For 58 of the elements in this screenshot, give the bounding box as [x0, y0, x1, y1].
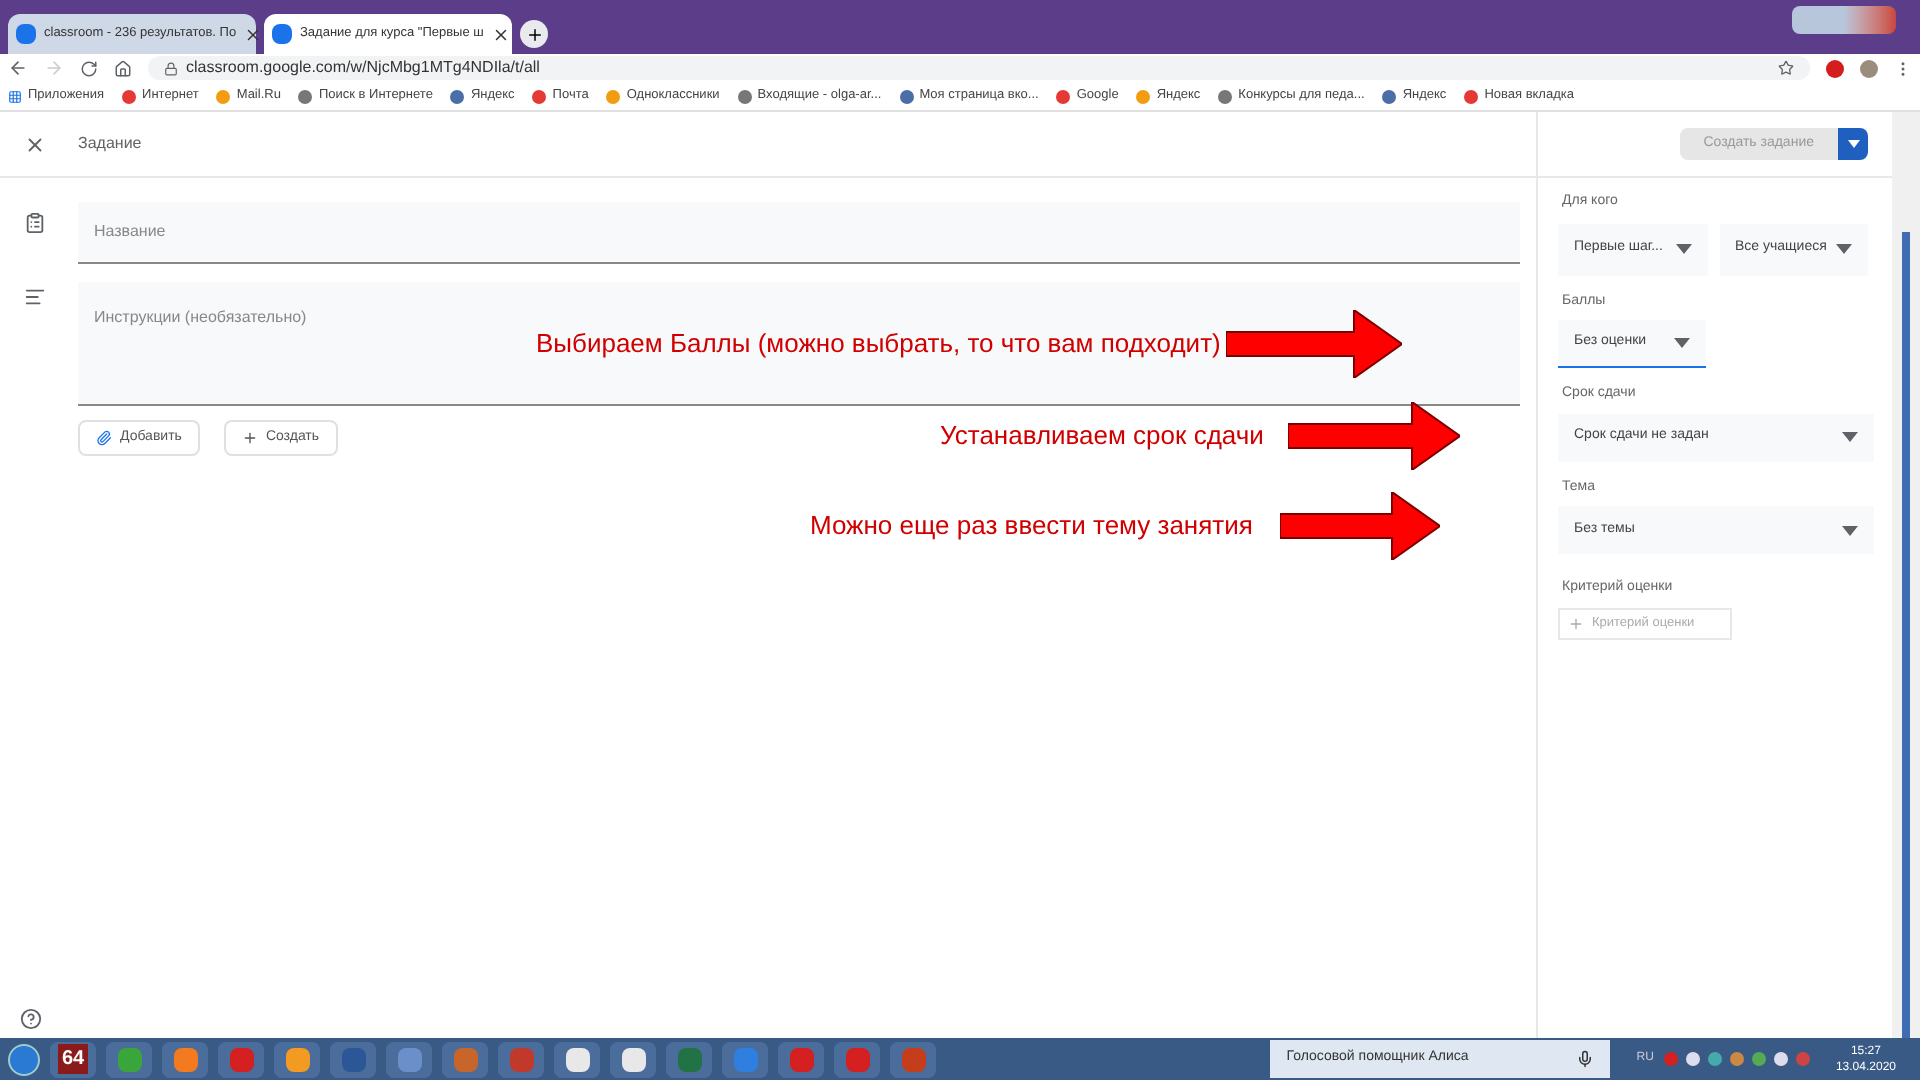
caret-icon: [1847, 140, 1859, 148]
apps-icon: [8, 89, 22, 103]
bookmark-favicon-icon: [450, 89, 465, 103]
annotation-text: Можно еще раз ввести тему занятия: [810, 508, 1253, 545]
start-orb-icon[interactable]: [8, 1043, 40, 1075]
tab-favicon-icon: [272, 24, 292, 44]
caret-icon: [1836, 244, 1852, 254]
annotation-text: Выбираем Баллы (можно выбрать, то что вам подходит): [536, 326, 1221, 363]
caret-icon: [1675, 244, 1691, 254]
avatar-icon[interactable]: [1860, 59, 1878, 77]
arrow-icon: [1226, 310, 1403, 378]
home-icon[interactable]: [114, 59, 132, 77]
scrollbar[interactable]: [1892, 112, 1920, 1038]
close-icon[interactable]: [244, 25, 263, 43]
clipboard-icon: [24, 212, 46, 234]
page-title: Задание: [78, 132, 142, 156]
help-icon[interactable]: [20, 1008, 42, 1030]
url-text: classroom.google.com/w/NjcMbg1MTg4NDIla/t/all: [186, 56, 540, 80]
plus-icon: [525, 25, 543, 43]
taskbar-app-icon[interactable]: 64: [50, 1041, 96, 1077]
bookmark-favicon-icon: [216, 89, 231, 103]
lock-icon: [164, 61, 178, 75]
bookmark-favicon-icon: [1056, 89, 1071, 103]
bookmark-favicon-icon: [899, 89, 914, 103]
bookmark-favicon-icon: [1464, 89, 1479, 103]
caret-icon: [1674, 338, 1690, 348]
bookmark-favicon-icon: [122, 89, 137, 103]
extension-icon[interactable]: [1826, 59, 1844, 77]
taskbar-app-icon[interactable]: [554, 1041, 600, 1077]
paperclip-icon: [96, 430, 112, 446]
tab-favicon-icon: [16, 24, 36, 44]
arrow-icon: [1287, 402, 1460, 470]
taskbar-app-icon[interactable]: [162, 1041, 208, 1077]
address-bar[interactable]: classroom.google.com/w/NjcMbg1MTg4NDIla/t/all: [148, 56, 1810, 80]
caret-icon: [1842, 525, 1858, 535]
taskbar-app-icon[interactable]: [274, 1041, 320, 1077]
bookmark-favicon-icon: [298, 89, 313, 103]
close-icon[interactable]: [491, 25, 510, 43]
text-lines-icon: [24, 286, 46, 308]
close-icon[interactable]: [24, 133, 46, 155]
bookmark-favicon-icon: [606, 89, 621, 103]
back-icon[interactable]: [8, 58, 28, 78]
annotation-text: Устанавливаем срок сдачи: [940, 418, 1264, 455]
dropdown-button[interactable]: [1838, 128, 1868, 160]
bookmark-favicon-icon: [1218, 89, 1233, 103]
plus-icon: [241, 430, 258, 446]
new-tab-button[interactable]: [520, 20, 548, 48]
bookmark-favicon-icon: [532, 89, 547, 103]
plus-icon: [1568, 615, 1584, 631]
reload-icon[interactable]: [80, 59, 98, 77]
arrow-icon: [1280, 492, 1441, 560]
bookmark-favicon-icon: [737, 89, 752, 103]
taskbar-app-icon[interactable]: [610, 1041, 656, 1077]
bookmark-favicon-icon: [1382, 89, 1397, 103]
bookmark-favicon-icon: [1136, 89, 1151, 103]
microphone-icon[interactable]: [1576, 1050, 1595, 1068]
caret-icon: [1842, 432, 1858, 442]
bookmark-star-icon[interactable]: [1778, 60, 1794, 76]
